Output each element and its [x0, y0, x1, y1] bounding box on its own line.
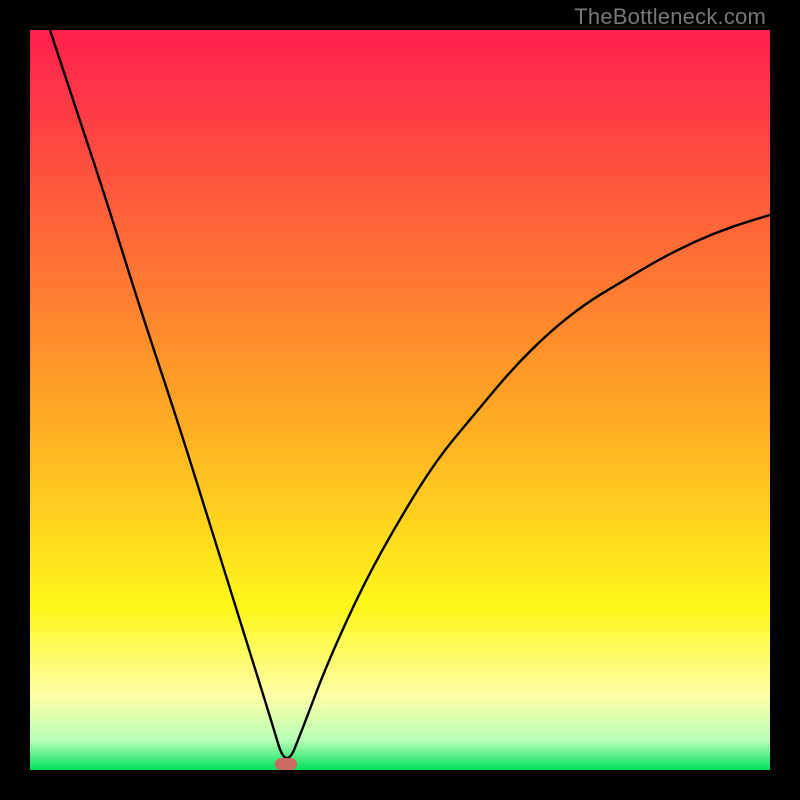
plot-frame: [30, 30, 770, 770]
watermark-text: TheBottleneck.com: [574, 4, 766, 30]
heatmap-background: [30, 30, 770, 770]
optimal-marker: [275, 758, 297, 770]
